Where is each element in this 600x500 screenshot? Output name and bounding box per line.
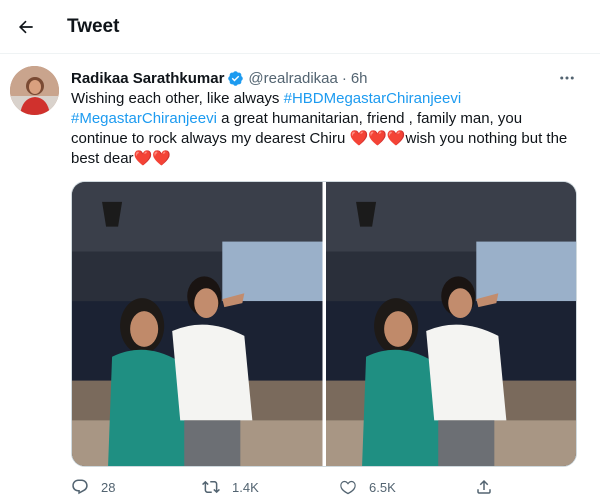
photo-2[interactable]	[325, 182, 576, 466]
like-count: 6.5K	[369, 479, 396, 495]
heart-emoji-group: ❤️❤️	[133, 150, 171, 167]
heart-emoji-group: ❤️❤️❤️	[349, 130, 406, 147]
retweet-icon	[202, 480, 220, 494]
avatar[interactable]	[10, 66, 59, 115]
media-grid	[71, 181, 577, 467]
retweet-count: 1.4K	[232, 479, 259, 495]
author-row: Radikaa Sarathkumar @realradikaa · 6h	[71, 68, 368, 88]
photo-1[interactable]	[72, 182, 323, 466]
tweet-text-segment: Wishing each other, like always	[71, 90, 284, 107]
hashtag-link[interactable]: #MegastarChiranjeevi	[71, 110, 217, 127]
tweet-text-segment: continue to rock always my dearest Chiru	[71, 130, 350, 147]
tweet-text-segment: wish you nothing but the	[405, 130, 568, 147]
more-button[interactable]	[555, 66, 579, 90]
share-button[interactable]	[475, 478, 493, 496]
back-button[interactable]	[8, 9, 44, 45]
share-icon	[477, 479, 491, 494]
tweet-text-segment: a great humanitarian, friend , family ma…	[216, 110, 523, 127]
photo-image	[325, 182, 576, 466]
tweet-time[interactable]: 6h	[351, 70, 368, 87]
hashtag-link[interactable]: #HBDMegastarChiranjeevi	[284, 90, 462, 107]
header-bar: Tweet	[0, 0, 600, 54]
more-horizontal-icon	[560, 76, 574, 80]
page-title: Tweet	[67, 16, 120, 37]
tweet-text-line-3: continue to rock always my dearest Chiru…	[71, 129, 583, 149]
tweet-text-line-4: best dear❤️❤️	[71, 149, 583, 169]
author-handle[interactable]: @realradikaa	[248, 70, 337, 87]
reply-count: 28	[101, 479, 116, 495]
tweet-text-line-1: Wishing each other, like always #HBDMega…	[71, 89, 583, 109]
action-bar: 28 1.4K 6.5K	[71, 478, 583, 500]
tweet-text-line-2: #MegastarChiranjeevi a great humanitaria…	[71, 109, 583, 129]
reply-button[interactable]: 28	[71, 478, 115, 496]
author-name[interactable]: Radikaa Sarathkumar	[71, 70, 224, 87]
retweet-button[interactable]: 1.4K	[202, 478, 259, 496]
verified-badge-icon	[227, 70, 244, 87]
photo-image	[72, 182, 323, 466]
arrow-left-icon	[18, 20, 33, 34]
like-button[interactable]: 6.5K	[339, 478, 396, 496]
heart-icon	[340, 480, 356, 495]
tweet-text-segment: best dear	[71, 150, 134, 167]
separator-dot: ·	[341, 69, 347, 87]
reply-icon	[72, 479, 88, 495]
avatar-image	[10, 66, 59, 115]
tweet-text: Wishing each other, like always #HBDMega…	[71, 89, 583, 169]
